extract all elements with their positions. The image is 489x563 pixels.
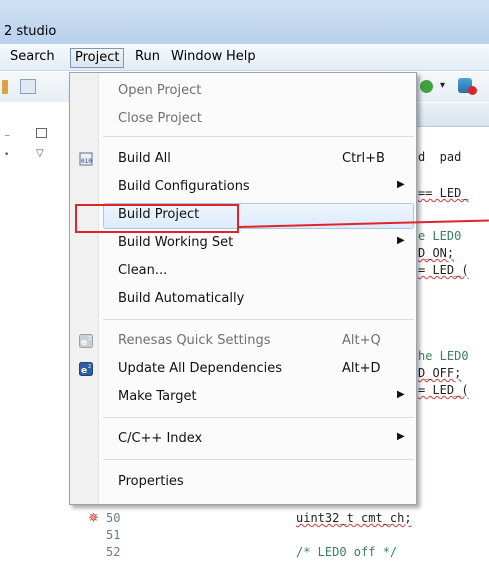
toolbar-build-icon[interactable]: [2, 80, 8, 94]
code-fragment: = LED_(: [418, 263, 469, 277]
menu-item-label: Build All: [118, 151, 171, 166]
menu-item-build-automatically[interactable]: Build Automatically: [70, 285, 416, 313]
menu-help[interactable]: Help: [222, 48, 260, 68]
menu-item-update-all-dependencies[interactable]: e 2 Update All Dependencies Alt+D: [70, 355, 416, 383]
code-fragment: == LED_: [418, 186, 469, 200]
menu-item-build-working-set[interactable]: Build Working Set ▶: [70, 229, 416, 257]
menu-separator: [103, 319, 414, 320]
menu-item-label: Build Automatically: [118, 291, 245, 306]
menu-item-make-target[interactable]: Make Target ▶: [70, 383, 416, 411]
menu-item-close-project[interactable]: Close Project: [70, 105, 416, 133]
menu-item-label: Close Project: [118, 111, 203, 126]
menu-window[interactable]: Window: [167, 48, 226, 68]
menu-item-label: Build Working Set: [118, 235, 234, 250]
menu-item-renesas-quick-settings[interactable]: e 2 Renesas Quick Settings Alt+Q: [70, 327, 416, 355]
svg-text:010: 010: [81, 158, 92, 165]
code-comment: he LED0: [418, 349, 469, 363]
stop-icon[interactable]: [468, 86, 477, 95]
line-number: 50: [106, 511, 121, 525]
menu-item-accelerator: Alt+Q: [342, 333, 381, 348]
project-menu: Open Project Close Project 010 Build All…: [69, 72, 417, 505]
dot-icon: •: [4, 150, 10, 160]
line-number: 52: [106, 545, 121, 559]
code-line: uint32_t cmt_ch;: [296, 511, 412, 525]
menu-item-label: Update All Dependencies: [118, 361, 282, 376]
code-fragment: d pad: [418, 150, 462, 164]
editor-tab-strip: [417, 103, 489, 127]
left-pane: ⁻ • ▽: [0, 120, 70, 563]
breakpoint-icon[interactable]: ✵: [88, 511, 99, 526]
menu-item-label: Clean...: [118, 263, 168, 278]
menu-item-label: Build Configurations: [118, 179, 250, 194]
code-comment: e LED0: [418, 229, 469, 243]
menu-item-build-configurations[interactable]: Build Configurations ▶: [70, 173, 416, 201]
submenu-arrow-icon: ▶: [397, 235, 405, 246]
code-fragment: D_ON;: [418, 246, 455, 260]
menu-item-label: Open Project: [118, 83, 202, 98]
code-comment: /* LED0 off */: [296, 545, 398, 559]
collapse-icon[interactable]: ⁻: [4, 130, 10, 144]
toolbar-window-icon[interactable]: [20, 79, 36, 94]
menu-run[interactable]: Run: [131, 48, 164, 68]
view-menu-icon[interactable]: ▽: [36, 148, 44, 159]
e2-icon: e 2: [79, 362, 93, 376]
menu-item-open-project[interactable]: Open Project: [70, 77, 416, 105]
build-all-icon: 010: [79, 152, 93, 166]
menu-item-label: Make Target: [118, 389, 197, 404]
menu-separator: [103, 459, 414, 460]
run-dropdown-icon[interactable]: ▾: [440, 80, 445, 91]
svg-text:2: 2: [88, 364, 91, 370]
menu-item-label: C/C++ Index: [118, 431, 203, 446]
code-fragment: D_OFF;: [418, 366, 462, 380]
menu-item-label: Renesas Quick Settings: [118, 333, 271, 348]
submenu-arrow-icon: ▶: [397, 389, 405, 400]
menu-separator: [103, 417, 414, 418]
menu-project[interactable]: Project: [70, 48, 125, 68]
menu-item-accelerator: Alt+D: [342, 361, 381, 376]
line-number: 51: [106, 528, 121, 542]
menu-item-build-project[interactable]: Build Project: [70, 201, 416, 229]
svg-text:e: e: [81, 338, 87, 348]
submenu-arrow-icon: ▶: [397, 179, 405, 190]
menu-item-cpp-index[interactable]: C/C++ Index ▶: [70, 425, 416, 453]
run-icon[interactable]: [420, 80, 433, 93]
e2-icon: e 2: [79, 334, 93, 348]
title-bar: 2 studio: [0, 0, 489, 44]
code-fragment: = LED_(: [418, 383, 469, 397]
maximize-icon[interactable]: [36, 128, 47, 138]
menu-search[interactable]: Search: [6, 48, 59, 68]
menu-item-label: Properties: [118, 474, 184, 489]
menu-item-accelerator: Ctrl+B: [342, 151, 385, 166]
window-title: 2 studio: [4, 24, 57, 39]
menu-item-clean[interactable]: Clean...: [70, 257, 416, 285]
svg-text:e: e: [81, 366, 87, 376]
submenu-arrow-icon: ▶: [397, 431, 405, 442]
menu-separator: [103, 136, 414, 137]
menu-bar: Search Project Run Window Help: [0, 44, 489, 71]
menu-item-build-all[interactable]: 010 Build All Ctrl+B: [70, 145, 416, 173]
menu-item-label: Build Project: [118, 207, 200, 222]
svg-text:2: 2: [88, 336, 91, 342]
menu-item-properties[interactable]: Properties: [70, 468, 416, 496]
